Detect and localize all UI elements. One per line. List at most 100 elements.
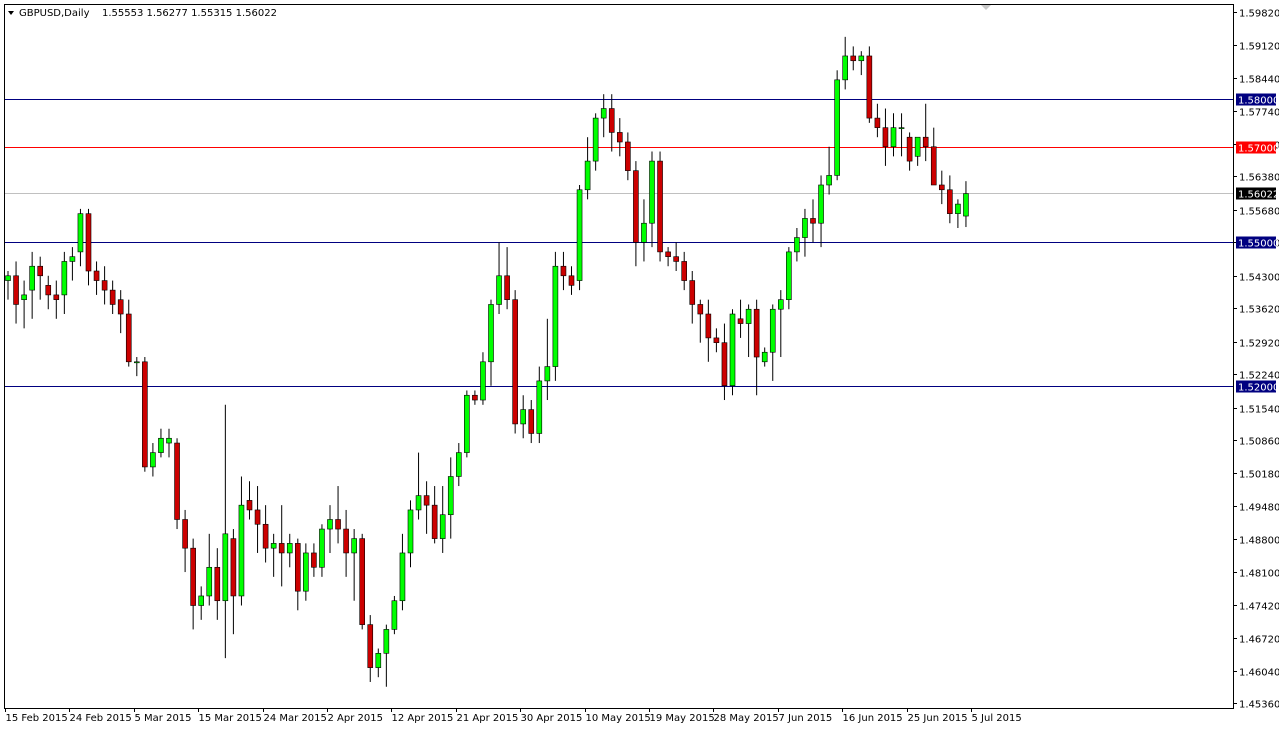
candle[interactable] bbox=[955, 199, 961, 228]
candle[interactable] bbox=[407, 500, 414, 568]
candle[interactable] bbox=[520, 395, 527, 439]
candle[interactable] bbox=[447, 457, 454, 539]
candle[interactable] bbox=[810, 199, 816, 243]
candle[interactable] bbox=[53, 280, 60, 319]
candle[interactable] bbox=[721, 323, 728, 401]
candle[interactable] bbox=[117, 290, 124, 334]
candle[interactable] bbox=[641, 199, 647, 262]
candle[interactable] bbox=[158, 428, 164, 458]
candle[interactable] bbox=[777, 290, 784, 358]
candle[interactable] bbox=[576, 184, 583, 291]
candle[interactable] bbox=[834, 70, 840, 181]
candle[interactable] bbox=[286, 533, 293, 568]
chart-window[interactable]: 1.598201.591201.584401.577401.570601.563… bbox=[0, 0, 1279, 728]
candle[interactable] bbox=[657, 151, 663, 262]
candle[interactable] bbox=[914, 136, 921, 166]
candle[interactable] bbox=[794, 227, 800, 262]
candle[interactable] bbox=[504, 247, 510, 310]
candle[interactable] bbox=[472, 390, 478, 405]
candle[interactable] bbox=[238, 476, 245, 606]
candlestick-chart[interactable]: 1.598201.591201.584401.577401.570601.563… bbox=[0, 0, 1279, 728]
candle[interactable] bbox=[311, 543, 317, 577]
candle[interactable] bbox=[29, 251, 35, 319]
candle[interactable] bbox=[351, 529, 357, 601]
candle[interactable] bbox=[206, 533, 213, 606]
candle[interactable] bbox=[125, 299, 132, 367]
candle[interactable] bbox=[930, 127, 937, 186]
candle[interactable] bbox=[335, 486, 341, 544]
candle[interactable] bbox=[182, 509, 188, 573]
candle[interactable] bbox=[327, 505, 333, 553]
candle[interactable] bbox=[85, 208, 92, 286]
candle[interactable] bbox=[270, 533, 277, 577]
candle[interactable] bbox=[109, 280, 116, 315]
candle[interactable] bbox=[874, 103, 881, 138]
candle[interactable] bbox=[399, 533, 406, 611]
candle[interactable] bbox=[134, 357, 140, 377]
candle[interactable] bbox=[166, 428, 172, 458]
candle[interactable] bbox=[947, 175, 953, 224]
candle[interactable] bbox=[745, 304, 752, 358]
candle[interactable] bbox=[866, 46, 873, 123]
candle[interactable] bbox=[480, 352, 486, 405]
candle[interactable] bbox=[464, 390, 470, 458]
candle[interactable] bbox=[649, 151, 655, 248]
candle[interactable] bbox=[729, 309, 736, 396]
candle[interactable] bbox=[142, 357, 148, 472]
candle[interactable] bbox=[882, 108, 889, 166]
candle[interactable] bbox=[705, 299, 712, 362]
candle[interactable] bbox=[600, 94, 607, 138]
candle[interactable] bbox=[496, 242, 502, 315]
candle[interactable] bbox=[608, 94, 615, 152]
candle[interactable] bbox=[367, 615, 374, 682]
candle[interactable] bbox=[319, 524, 325, 577]
candle[interactable] bbox=[69, 247, 76, 281]
candle[interactable] bbox=[818, 175, 824, 248]
candle[interactable] bbox=[802, 208, 808, 257]
candle[interactable] bbox=[246, 481, 253, 520]
candle[interactable] bbox=[222, 404, 229, 659]
candle[interactable] bbox=[303, 543, 309, 601]
candle[interactable] bbox=[584, 137, 591, 200]
candle[interactable] bbox=[890, 113, 897, 157]
candle[interactable] bbox=[568, 266, 575, 295]
candle[interactable] bbox=[858, 51, 865, 76]
candle[interactable] bbox=[673, 242, 679, 272]
candle[interactable] bbox=[101, 266, 108, 305]
candle[interactable] bbox=[278, 505, 285, 587]
candle[interactable] bbox=[633, 161, 639, 267]
candle[interactable] bbox=[77, 208, 84, 267]
candle[interactable] bbox=[61, 251, 68, 315]
candle[interactable] bbox=[560, 251, 567, 291]
candle[interactable] bbox=[938, 170, 945, 205]
candle[interactable] bbox=[198, 586, 204, 620]
candle[interactable] bbox=[552, 251, 559, 381]
candle[interactable] bbox=[343, 509, 349, 577]
symbol-timeframe-label[interactable]: GBPUSD,Daily bbox=[19, 8, 90, 19]
candle[interactable] bbox=[254, 486, 261, 553]
candle[interactable] bbox=[391, 595, 398, 635]
candle[interactable] bbox=[512, 290, 518, 434]
candle[interactable] bbox=[375, 648, 382, 678]
candle[interactable] bbox=[174, 438, 180, 530]
candle[interactable] bbox=[842, 36, 849, 90]
candle[interactable] bbox=[592, 113, 599, 171]
candle[interactable] bbox=[150, 443, 156, 477]
candle[interactable] bbox=[488, 299, 494, 386]
candle[interactable] bbox=[786, 247, 792, 310]
candle[interactable] bbox=[689, 271, 696, 324]
candle[interactable] bbox=[431, 486, 438, 544]
candle[interactable] bbox=[850, 46, 857, 71]
candle[interactable] bbox=[93, 261, 100, 295]
candle[interactable] bbox=[528, 400, 535, 444]
candle[interactable] bbox=[625, 132, 631, 181]
candle[interactable] bbox=[922, 103, 929, 162]
candle[interactable] bbox=[713, 328, 720, 353]
candle[interactable] bbox=[439, 486, 446, 553]
candle[interactable] bbox=[5, 271, 11, 300]
candle[interactable] bbox=[13, 261, 19, 324]
candle[interactable] bbox=[45, 275, 52, 310]
candle[interactable] bbox=[826, 146, 832, 195]
candle[interactable] bbox=[230, 529, 237, 635]
candle[interactable] bbox=[190, 538, 196, 630]
